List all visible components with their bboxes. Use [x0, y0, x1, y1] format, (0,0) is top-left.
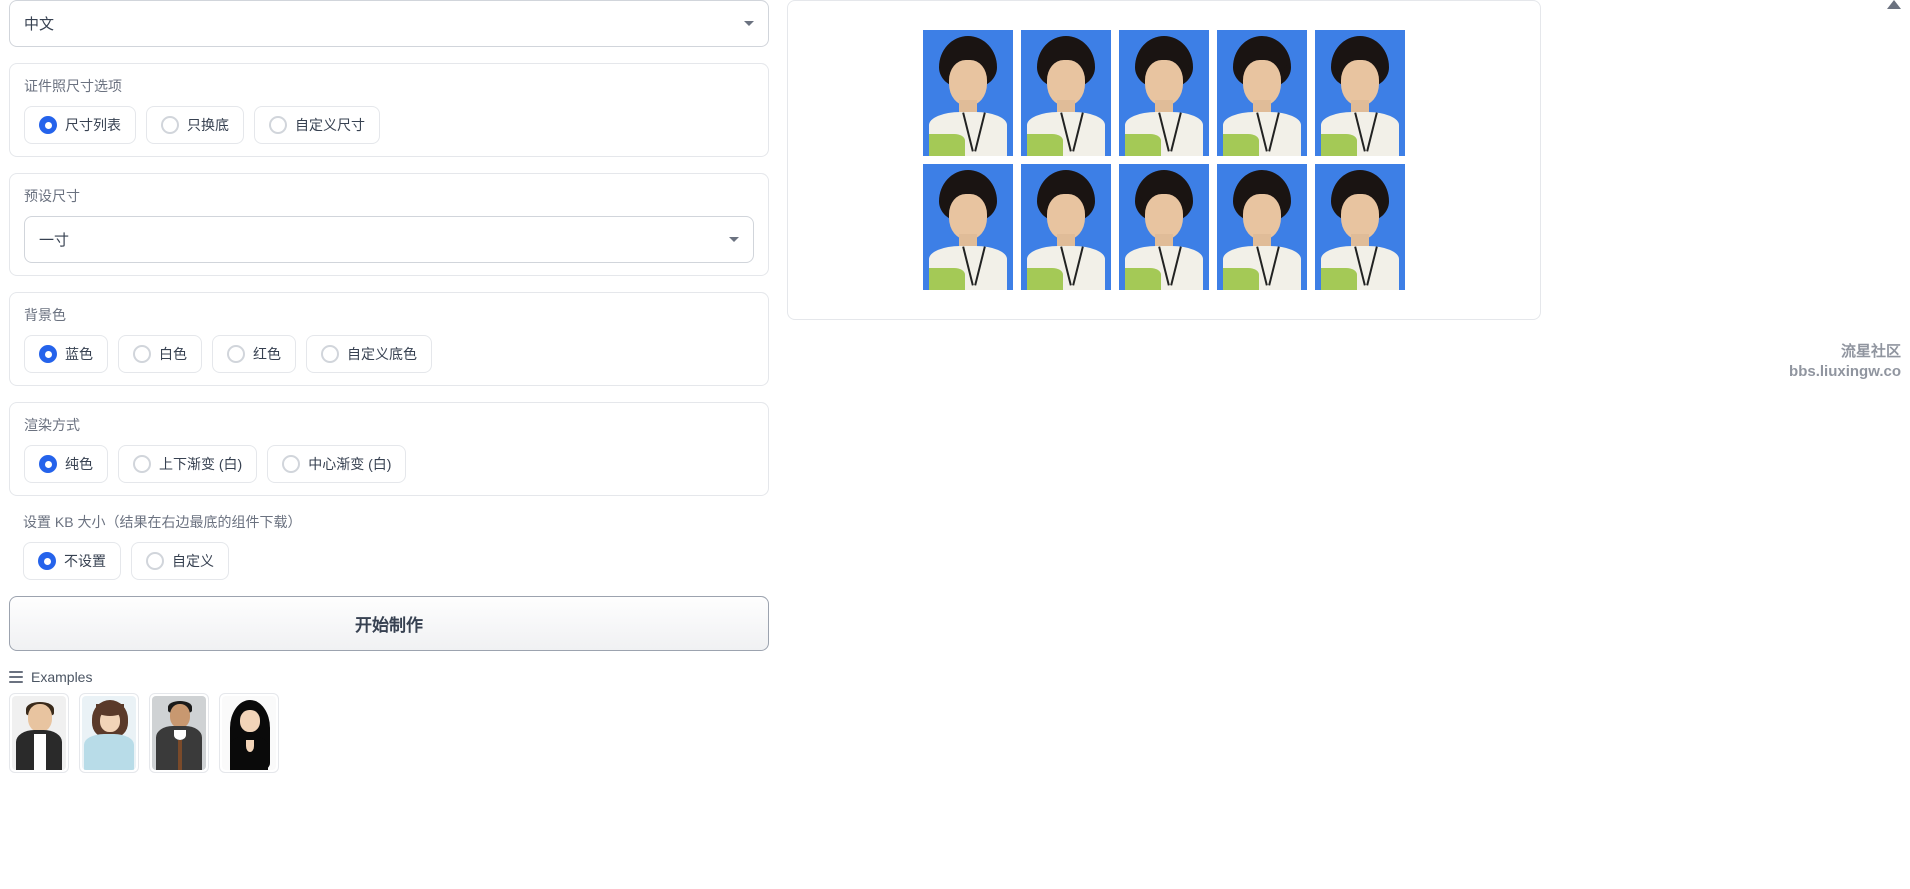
radio-label: 自定义: [172, 551, 214, 571]
output-preview-box: [787, 0, 1541, 320]
radio-icon: [133, 345, 151, 363]
id-photo-portrait: [1315, 164, 1405, 290]
example-thumb-2[interactable]: [79, 693, 139, 773]
id-photo-portrait: [1119, 164, 1209, 290]
language-select[interactable]: 中文: [9, 0, 769, 47]
id-photo-cell: [1119, 30, 1209, 156]
radio-label: 尺寸列表: [65, 115, 121, 135]
examples-label: Examples: [31, 669, 92, 685]
watermark-line1: 流星社区: [1789, 342, 1901, 362]
preset-size-value: 一寸: [39, 229, 69, 250]
id-photo-portrait: [1315, 30, 1405, 156]
watermark-line2: bbs.liuxingw.co: [1789, 362, 1901, 382]
id-photo-cell: [1217, 30, 1307, 156]
kb-size-radios: 不设置 自定义: [23, 542, 755, 580]
radio-size-list[interactable]: 尺寸列表: [24, 106, 136, 144]
right-output-panel: 流星社区 bbs.liuxingw.co: [787, 0, 1901, 889]
radio-icon: [269, 116, 287, 134]
examples-row: [9, 693, 769, 773]
radio-bg-red[interactable]: 红色: [212, 335, 296, 373]
render-mode-label: 渲染方式: [24, 415, 754, 435]
id-photo-portrait: [1021, 164, 1111, 290]
id-photo-cell: [923, 30, 1013, 156]
render-mode-radios: 纯色 上下渐变 (白) 中心渐变 (白): [24, 445, 754, 483]
id-photo-cell: [1021, 30, 1111, 156]
radio-icon: [39, 345, 57, 363]
radio-icon: [38, 552, 56, 570]
radio-icon: [146, 552, 164, 570]
radio-label: 蓝色: [65, 344, 93, 364]
radio-custom-size[interactable]: 自定义尺寸: [254, 106, 380, 144]
id-photo-portrait: [923, 30, 1013, 156]
example-thumb-1[interactable]: [9, 693, 69, 773]
scroll-top-icon[interactable]: [1887, 0, 1901, 9]
kb-size-card: 设置 KB 大小（结果在右边最底的组件下载） 不设置 自定义: [9, 512, 769, 580]
example-image: [12, 696, 66, 770]
radio-label: 只换底: [187, 115, 229, 135]
kb-size-label: 设置 KB 大小（结果在右边最底的组件下载）: [23, 512, 755, 532]
radio-label: 红色: [253, 344, 281, 364]
size-option-label: 证件照尺寸选项: [24, 76, 754, 96]
radio-label: 白色: [159, 344, 187, 364]
radio-label: 自定义尺寸: [295, 115, 365, 135]
radio-icon: [321, 345, 339, 363]
radio-render-vgrad[interactable]: 上下渐变 (白): [118, 445, 257, 483]
radio-only-bg[interactable]: 只换底: [146, 106, 244, 144]
id-photo-cell: [1315, 30, 1405, 156]
radio-kb-none[interactable]: 不设置: [23, 542, 121, 580]
example-thumb-3[interactable]: [149, 693, 209, 773]
id-photo-portrait: [923, 164, 1013, 290]
radio-icon: [39, 116, 57, 134]
radio-icon: [133, 455, 151, 473]
bgcolor-radios: 蓝色 白色 红色 自定义底色: [24, 335, 754, 373]
id-photo-cell: [1315, 164, 1405, 290]
bgcolor-label: 背景色: [24, 305, 754, 325]
start-make-button[interactable]: 开始制作: [9, 596, 769, 651]
preset-size-select[interactable]: 一寸: [24, 216, 754, 263]
radio-label: 纯色: [65, 454, 93, 474]
photo-grid: [923, 30, 1405, 290]
radio-kb-custom[interactable]: 自定义: [131, 542, 229, 580]
id-photo-portrait: [1119, 30, 1209, 156]
id-photo-cell: [1021, 164, 1111, 290]
preset-size-label: 预设尺寸: [24, 186, 754, 206]
radio-bg-white[interactable]: 白色: [118, 335, 202, 373]
radio-label: 自定义底色: [347, 344, 417, 364]
radio-bg-custom[interactable]: 自定义底色: [306, 335, 432, 373]
example-image: [82, 696, 136, 770]
example-image: [152, 696, 206, 770]
examples-section: Examples: [9, 669, 769, 773]
radio-label: 上下渐变 (白): [159, 454, 242, 474]
preset-size-card: 预设尺寸 一寸: [9, 173, 769, 276]
left-settings-panel: 中文 证件照尺寸选项 尺寸列表 只换底 自定义尺寸 预设: [9, 0, 769, 889]
id-photo-portrait: [1217, 30, 1307, 156]
size-option-radios: 尺寸列表 只换底 自定义尺寸: [24, 106, 754, 144]
chevron-down-icon: [729, 237, 739, 242]
id-photo-cell: [1217, 164, 1307, 290]
id-photo-cell: [1119, 164, 1209, 290]
id-photo-portrait: [1021, 30, 1111, 156]
language-selected-value: 中文: [24, 13, 54, 34]
radio-label: 不设置: [64, 551, 106, 571]
radio-render-solid[interactable]: 纯色: [24, 445, 108, 483]
radio-icon: [227, 345, 245, 363]
radio-icon: [161, 116, 179, 134]
example-thumb-4[interactable]: [219, 693, 279, 773]
example-image: [222, 696, 276, 770]
list-icon: [9, 671, 23, 683]
submit-label: 开始制作: [355, 616, 423, 635]
chevron-down-icon: [744, 21, 754, 26]
bgcolor-card: 背景色 蓝色 白色 红色 自定义底色: [9, 292, 769, 386]
radio-render-cgrad[interactable]: 中心渐变 (白): [267, 445, 406, 483]
radio-bg-blue[interactable]: 蓝色: [24, 335, 108, 373]
radio-icon: [39, 455, 57, 473]
radio-label: 中心渐变 (白): [308, 454, 391, 474]
watermark: 流星社区 bbs.liuxingw.co: [1789, 342, 1901, 381]
render-mode-card: 渲染方式 纯色 上下渐变 (白) 中心渐变 (白): [9, 402, 769, 496]
examples-header: Examples: [9, 669, 769, 685]
radio-icon: [282, 455, 300, 473]
id-photo-portrait: [1217, 164, 1307, 290]
id-photo-cell: [923, 164, 1013, 290]
size-option-card: 证件照尺寸选项 尺寸列表 只换底 自定义尺寸: [9, 63, 769, 157]
